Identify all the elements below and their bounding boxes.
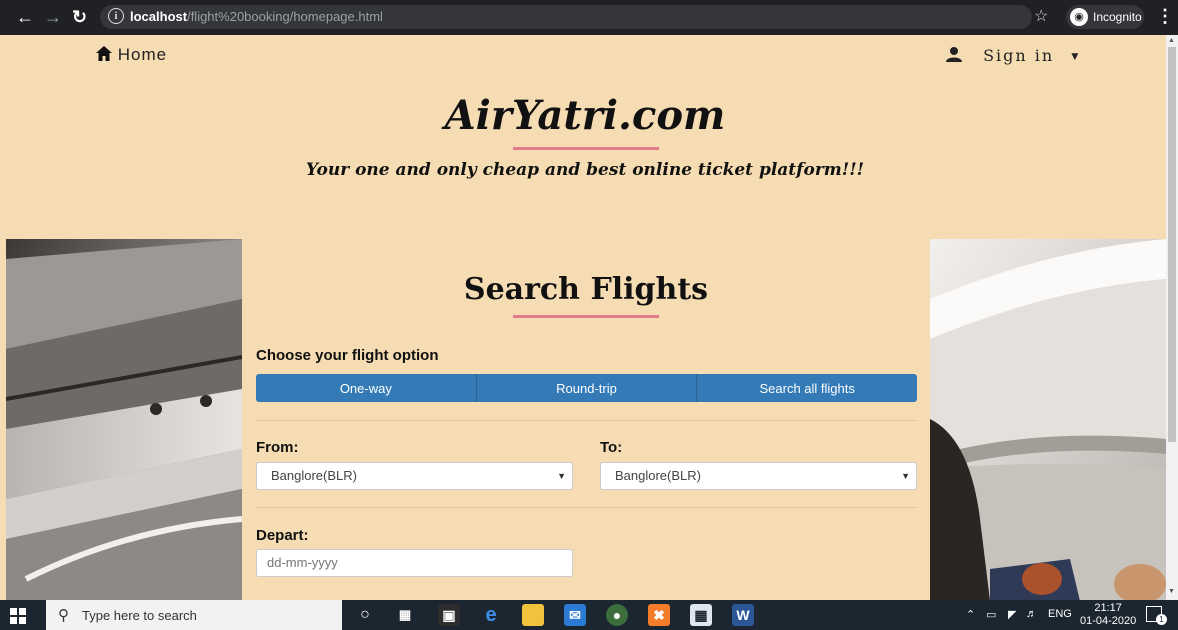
divider xyxy=(256,420,917,421)
home-link[interactable]: Home xyxy=(96,45,167,65)
clock-date: 01-04-2020 xyxy=(1080,615,1137,627)
page-scrollbar[interactable]: ▲ ▼ xyxy=(1166,35,1178,600)
from-label: From: xyxy=(256,439,299,456)
windows-start-icon[interactable] xyxy=(10,608,26,624)
info-icon[interactable]: i xyxy=(108,8,124,24)
mail-icon[interactable]: ✉ xyxy=(564,604,586,626)
tagline: Your one and only cheap and best online … xyxy=(305,160,865,180)
to-select[interactable]: Banglore(BLR) ▼ xyxy=(600,462,917,490)
file-explorer-icon[interactable] xyxy=(522,604,544,626)
cortana-icon[interactable]: ○ xyxy=(354,604,376,626)
bookmark-star-icon[interactable]: ☆ xyxy=(1034,6,1048,26)
panel-title-underline xyxy=(513,315,659,318)
incognito-label: Incognito xyxy=(1093,10,1142,24)
title-underline xyxy=(513,147,659,150)
store-icon[interactable]: ▣ xyxy=(438,604,460,626)
tray-expand-icon[interactable]: ⌃ xyxy=(966,608,975,621)
language-indicator[interactable]: ENG xyxy=(1048,608,1072,620)
clock-time: 21:17 xyxy=(1094,602,1122,614)
signin-label: Sign in xyxy=(983,46,1055,65)
depart-placeholder: dd-mm-yyyy xyxy=(267,555,338,570)
chrome-icon[interactable]: ● xyxy=(606,604,628,626)
one-way-button[interactable]: One-way xyxy=(256,374,477,402)
depart-date-input[interactable]: dd-mm-yyyy xyxy=(256,549,573,577)
round-trip-button[interactable]: Round-trip xyxy=(476,374,698,402)
notification-icon[interactable]: 1 xyxy=(1146,606,1167,625)
flight-option-label: Choose your flight option xyxy=(256,347,439,364)
browser-toolbar: ← → ↻ i localhost/flight%20booking/homep… xyxy=(0,0,1178,35)
taskbar-search-box[interactable]: ⚲ Type here to search xyxy=(46,600,342,630)
browser-menu-icon[interactable]: ⋮ xyxy=(1156,6,1174,27)
site-title: AirYatri.com xyxy=(444,92,726,139)
from-value: Banglore(BLR) xyxy=(271,468,357,483)
volume-icon[interactable]: ♬ xyxy=(1026,608,1037,620)
windows-taskbar: ⚲ Type here to search ○ ▦ ▣ e ✉ ● ✖ ▦ W … xyxy=(0,600,1178,630)
select-caret-icon: ▼ xyxy=(557,471,566,481)
edge-icon[interactable]: e xyxy=(480,604,502,626)
home-label: Home xyxy=(117,45,168,64)
search-icon: ⚲ xyxy=(58,607,69,624)
url-text: localhost/flight%20booking/homepage.html xyxy=(130,9,383,24)
signin-dropdown[interactable]: Sign in ▼ xyxy=(946,46,1080,65)
user-icon xyxy=(946,47,962,62)
notification-count: 1 xyxy=(1156,614,1167,625)
reload-icon[interactable]: ↻ xyxy=(72,7,87,27)
battery-icon[interactable]: ▭ xyxy=(986,608,996,621)
incognito-icon: ◉ xyxy=(1070,8,1088,26)
from-select[interactable]: Banglore(BLR) ▼ xyxy=(256,462,573,490)
app-icon[interactable]: ▦ xyxy=(690,604,712,626)
home-icon xyxy=(96,46,112,61)
network-icon[interactable]: ◤ xyxy=(1008,608,1016,621)
back-arrow-icon[interactable]: ← xyxy=(16,7,34,27)
search-placeholder: Type here to search xyxy=(82,608,197,623)
search-all-flights-button[interactable]: Search all flights xyxy=(697,374,917,402)
caret-down-icon: ▼ xyxy=(1071,52,1081,62)
task-view-icon[interactable]: ▦ xyxy=(394,604,416,626)
cabin-photo-left xyxy=(6,239,242,601)
to-label: To: xyxy=(600,439,623,456)
scroll-down-icon[interactable]: ▼ xyxy=(1168,588,1175,595)
scroll-up-icon[interactable]: ▲ xyxy=(1168,37,1175,44)
flight-option-group: One-way Round-trip Search all flights xyxy=(256,374,917,402)
to-value: Banglore(BLR) xyxy=(615,468,701,483)
depart-label: Depart: xyxy=(256,527,309,544)
cabin-photo-right xyxy=(930,239,1166,601)
address-bar[interactable]: i localhost/flight%20booking/homepage.ht… xyxy=(100,5,1032,29)
xampp-icon[interactable]: ✖ xyxy=(648,604,670,626)
clock[interactable]: 21:17 01-04-2020 xyxy=(1080,602,1136,628)
incognito-badge[interactable]: ◉ Incognito xyxy=(1066,5,1144,29)
scroll-thumb[interactable] xyxy=(1168,47,1176,442)
select-caret-icon: ▼ xyxy=(901,471,910,481)
divider xyxy=(256,507,917,508)
word-icon[interactable]: W xyxy=(732,604,754,626)
forward-arrow-icon[interactable]: → xyxy=(44,7,62,27)
search-flights-title: Search Flights xyxy=(463,272,709,307)
